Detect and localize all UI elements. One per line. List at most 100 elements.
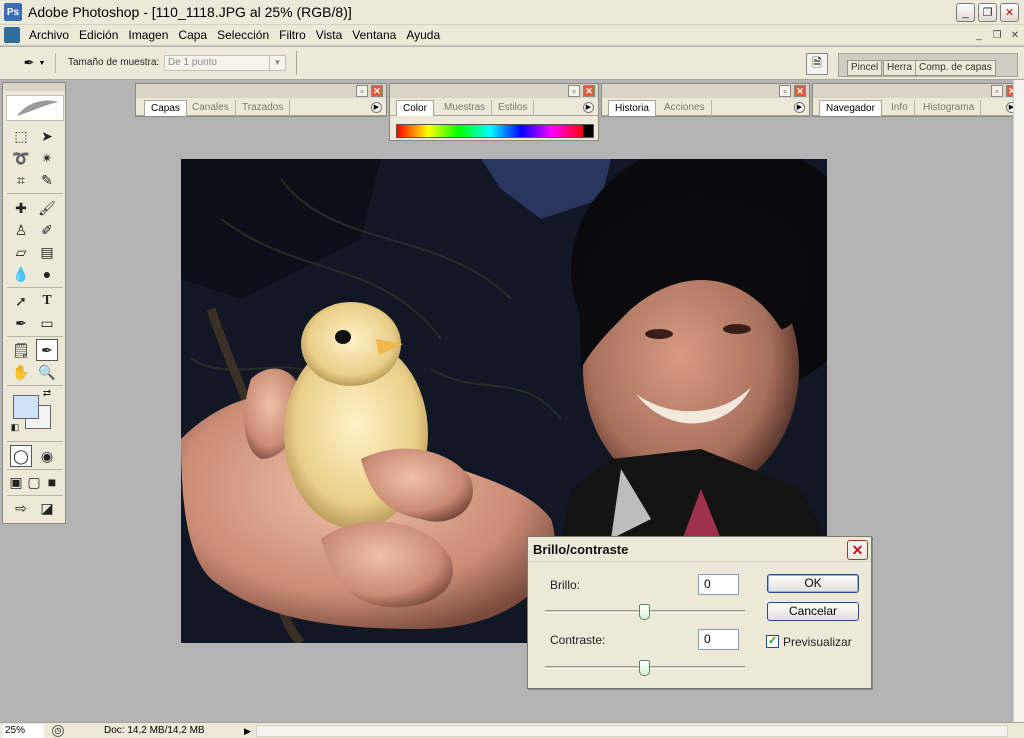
menu-filtro[interactable]: Filtro <box>274 25 311 46</box>
minimize-button[interactable]: _ <box>956 3 975 22</box>
palette-close-button[interactable]: ✕ <box>371 85 383 97</box>
brightness-input[interactable]: 0 <box>698 574 739 595</box>
move-tool-icon[interactable]: ➤ <box>36 125 58 147</box>
horizontal-scrollbar[interactable] <box>256 725 1008 737</box>
palette-menu-arrow-icon[interactable]: ▶ <box>371 102 382 113</box>
rectangle-tool-icon[interactable]: ▭ <box>36 312 58 334</box>
doc-restore-button[interactable]: ❐ <box>990 29 1004 42</box>
brightness-slider-thumb[interactable] <box>639 604 650 620</box>
tab-estilos[interactable]: Estilos <box>492 100 535 116</box>
dialog-titlebar[interactable]: Brillo/contraste ✕ <box>528 537 871 562</box>
palette-tabs: Navegador Info Histograma ▶ <box>813 98 1021 116</box>
menu-imagen[interactable]: Imagen <box>123 25 173 46</box>
status-info-icon[interactable]: ◷ <box>52 725 64 737</box>
doc-minimize-button[interactable]: _ <box>972 29 986 42</box>
eraser-tool-icon[interactable]: ▱ <box>10 241 32 263</box>
ok-button[interactable]: OK <box>767 574 859 593</box>
vertical-scrollbar[interactable] <box>1013 80 1024 722</box>
notes-tool-icon[interactable]: 🗒 <box>10 339 32 361</box>
palette-close-button[interactable]: ✕ <box>794 85 806 97</box>
crop-tool-icon[interactable]: ⌗ <box>10 169 32 191</box>
document-icon[interactable] <box>4 27 20 43</box>
zoom-tool-icon[interactable]: 🔍 <box>36 361 58 383</box>
full-screen-mode-icon[interactable]: ■ <box>43 471 61 493</box>
palette-minimize-button[interactable]: ▫ <box>568 85 580 97</box>
history-brush-tool-icon[interactable]: ✐ <box>36 219 58 241</box>
hand-tool-icon[interactable]: ✋ <box>10 361 32 383</box>
tab-historia[interactable]: Historia <box>608 100 656 116</box>
photoshop-app-icon[interactable]: Ps <box>4 3 22 21</box>
tab-trazados[interactable]: Trazados <box>236 100 291 116</box>
photoshop-feather-logo-icon[interactable] <box>6 95 64 121</box>
palette-menu-arrow-icon[interactable]: ▶ <box>583 102 594 113</box>
file-browser-button[interactable]: 🗎 <box>806 53 828 75</box>
foreground-color-swatch[interactable] <box>13 395 39 419</box>
pen-tool-icon[interactable]: ✒ <box>10 312 32 334</box>
lasso-tool-icon[interactable]: ➰ <box>10 147 32 169</box>
palette-minimize-button[interactable]: ▫ <box>356 85 368 97</box>
menu-vista[interactable]: Vista <box>311 25 347 46</box>
full-screen-menu-mode-icon[interactable]: ▢ <box>25 471 43 493</box>
menu-capa[interactable]: Capa <box>173 25 212 46</box>
jump-to-imageready-icon[interactable]: ⇨ <box>10 497 32 519</box>
tab-canales[interactable]: Canales <box>186 100 236 116</box>
menu-seleccion[interactable]: Selección <box>212 25 274 46</box>
default-colors-icon[interactable]: ◧ <box>9 421 21 433</box>
tab-color[interactable]: Color <box>396 100 434 116</box>
swap-colors-icon[interactable]: ⇄ <box>41 387 53 399</box>
palette-header[interactable]: ▫ ✕ <box>390 84 598 98</box>
slice-tool-icon[interactable]: ✎ <box>36 169 58 191</box>
clone-stamp-tool-icon[interactable]: ♙ <box>10 219 32 241</box>
imageready-icon[interactable]: ◪ <box>36 497 58 519</box>
close-window-button[interactable]: ✕ <box>1000 3 1019 22</box>
gradient-tool-icon[interactable]: ▤ <box>36 241 58 263</box>
well-tab-pincel[interactable]: Pincel <box>847 60 883 76</box>
sample-size-select[interactable]: De 1 punto ▼ <box>164 55 286 71</box>
eyedropper-tool-icon[interactable]: ✒ <box>36 339 58 361</box>
menu-ayuda[interactable]: Ayuda <box>401 25 445 46</box>
palette-header[interactable]: ▫ ✕ <box>136 84 386 98</box>
palette-minimize-button[interactable]: ▫ <box>779 85 791 97</box>
doc-close-button[interactable]: ✕ <box>1008 29 1022 42</box>
contrast-input[interactable]: 0 <box>698 629 739 650</box>
healing-brush-tool-icon[interactable]: ✚ <box>10 197 32 219</box>
menu-ventana[interactable]: Ventana <box>347 25 401 46</box>
menu-archivo[interactable]: Archivo <box>24 25 74 46</box>
tab-acciones[interactable]: Acciones <box>658 100 712 116</box>
tab-info[interactable]: Info <box>885 100 915 116</box>
contrast-slider-thumb[interactable] <box>639 660 650 676</box>
restore-button[interactable]: ❐ <box>978 3 997 22</box>
tool-preset-picker[interactable]: ✒ ▼ <box>14 53 56 73</box>
type-tool-icon[interactable]: T <box>36 290 58 312</box>
magic-wand-tool-icon[interactable]: ✴ <box>36 147 58 169</box>
palette-tabs: Capas Canales Trazados ▶ <box>136 98 386 116</box>
tab-muestras[interactable]: Muestras <box>438 100 493 116</box>
path-selection-tool-icon[interactable]: ➚ <box>10 290 32 312</box>
blur-tool-icon[interactable]: 💧 <box>10 263 32 285</box>
zoom-level-field[interactable]: 25% <box>2 724 44 738</box>
marquee-tool-icon[interactable]: ⬚ <box>10 125 32 147</box>
dodge-tool-icon[interactable]: ● <box>36 263 58 285</box>
tab-histograma[interactable]: Histograma <box>917 100 982 116</box>
status-menu-arrow-icon[interactable]: ▶ <box>244 726 251 737</box>
well-tab-herramientas[interactable]: Herra <box>883 60 917 76</box>
standard-mode-icon[interactable]: ◯ <box>10 445 32 467</box>
color-ramp[interactable] <box>396 124 594 138</box>
quick-mask-mode-icon[interactable]: ◉ <box>36 445 58 467</box>
palette-header[interactable]: ▫ ✕ <box>813 84 1021 98</box>
palette-close-button[interactable]: ✕ <box>583 85 595 97</box>
palette-header[interactable]: ▫ ✕ <box>602 84 809 98</box>
toolbox-header[interactable] <box>3 83 65 91</box>
brush-tool-icon[interactable]: 🖌 <box>36 197 58 219</box>
toolbox: ⬚ ➤ ➰ ✴ ⌗ ✎ ✚ 🖌 ♙ ✐ ▱ ▤ 💧 ● ➚ T ✒ ▭ 🗒 ✒ … <box>2 82 66 524</box>
cancel-button[interactable]: Cancelar <box>767 602 859 621</box>
standard-screen-mode-icon[interactable]: ▣ <box>7 471 25 493</box>
preview-checkbox[interactable]: ✓ <box>766 635 779 648</box>
tab-capas[interactable]: Capas <box>144 100 187 116</box>
dialog-close-button[interactable]: ✕ <box>847 540 868 560</box>
tab-navegador[interactable]: Navegador <box>819 100 882 116</box>
well-tab-comp-capas[interactable]: Comp. de capas <box>915 60 996 76</box>
palette-minimize-button[interactable]: ▫ <box>991 85 1003 97</box>
palette-menu-arrow-icon[interactable]: ▶ <box>794 102 805 113</box>
menu-edicion[interactable]: Edición <box>74 25 123 46</box>
